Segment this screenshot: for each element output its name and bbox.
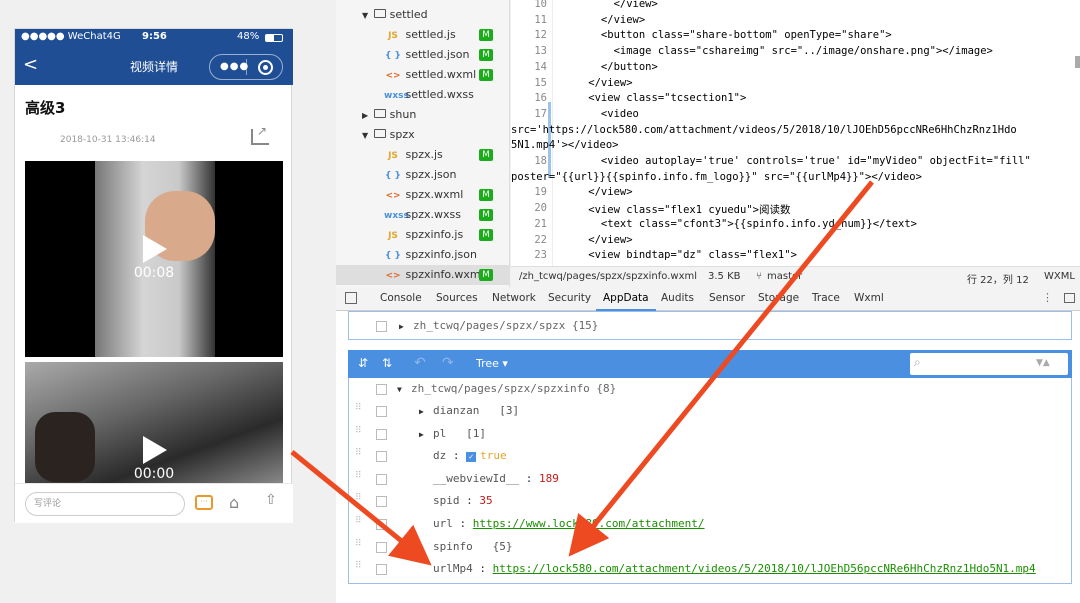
annotation-arrows	[290, 180, 874, 566]
arrow-code-to-urlmp4	[568, 180, 874, 557]
arrow-video-to-urlmp4	[290, 450, 432, 566]
